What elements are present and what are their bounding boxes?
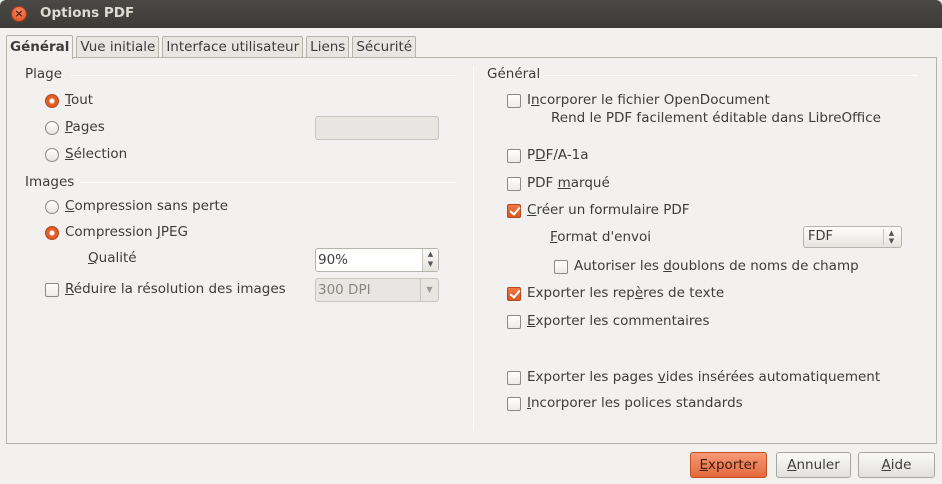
general-panel: Plage Tout Pages Sélection Images Compre…: [6, 57, 937, 444]
updown-arrows-icon: ▲ ▼: [883, 229, 899, 245]
compression-jpeg-radio[interactable]: [45, 226, 59, 240]
commentaires-checkbox[interactable]: [507, 315, 521, 329]
plage-divider: [71, 75, 456, 76]
window-title: Options PDF: [40, 5, 135, 21]
opendocument-checkbox[interactable]: [507, 94, 521, 108]
selection-radio[interactable]: [45, 148, 59, 162]
pdfa-checkbox[interactable]: [507, 149, 521, 163]
opendocument-description: Rend le PDF facilement éditable dans Lib…: [551, 110, 881, 126]
polices-standards-checkbox[interactable]: [507, 397, 521, 411]
resolution-dropdown[interactable]: 300 DPI ▼: [315, 278, 439, 302]
selection-label[interactable]: Sélection: [65, 146, 127, 162]
reperes-texte-label[interactable]: Exporter les repères de texte: [527, 285, 724, 301]
compression-sans-perte-label[interactable]: Compression sans perte: [65, 198, 228, 214]
chevron-down-icon: ▼: [420, 279, 438, 301]
column-separator: [473, 66, 474, 431]
format-envoi-value: FDF: [808, 229, 833, 244]
tab-liens[interactable]: Liens: [306, 36, 350, 58]
title-bar: × Options PDF: [0, 0, 942, 28]
tout-radio[interactable]: [45, 94, 59, 108]
images-section-title: Images: [25, 174, 75, 190]
aide-button[interactable]: Aide: [858, 452, 935, 478]
doublons-label[interactable]: Autoriser les doublons de noms de champ: [574, 258, 859, 274]
qualite-spinner[interactable]: 90% ▲ ▼: [315, 248, 439, 272]
pdf-marque-checkbox[interactable]: [507, 177, 521, 191]
polices-standards-label[interactable]: Incorporer les polices standards: [527, 395, 743, 411]
images-divider: [79, 182, 456, 183]
compression-jpeg-label[interactable]: Compression JPEG: [65, 224, 188, 240]
reduire-resolution-label[interactable]: Réduire la résolution des images: [65, 281, 286, 297]
pages-radio[interactable]: [45, 121, 59, 135]
pages-vides-label[interactable]: Exporter les pages vides insérées automa…: [527, 369, 880, 385]
tab-interface-utilisateur[interactable]: Interface utilisateur: [162, 36, 304, 58]
creer-formulaire-label[interactable]: Créer un formulaire PDF: [527, 202, 690, 218]
general-divider: [544, 75, 918, 76]
reduire-resolution-checkbox[interactable]: [45, 283, 59, 297]
format-envoi-label: Format d'envoi: [550, 229, 652, 245]
spin-arrows-icon[interactable]: ▲ ▼: [422, 249, 438, 271]
exporter-button[interactable]: Exporter: [690, 452, 767, 478]
qualite-label: Qualité: [88, 250, 137, 266]
tab-securite[interactable]: Sécurité: [352, 36, 417, 58]
pages-vides-checkbox[interactable]: [507, 371, 521, 385]
tab-bar: Général Vue initiale Interface utilisate…: [6, 34, 419, 59]
reperes-texte-checkbox[interactable]: [507, 287, 521, 301]
format-envoi-dropdown[interactable]: FDF ▲ ▼: [803, 226, 902, 248]
creer-formulaire-checkbox[interactable]: [507, 204, 521, 218]
pdf-marque-label[interactable]: PDF marqué: [527, 175, 610, 191]
close-icon[interactable]: ×: [11, 6, 27, 22]
pdfa-label[interactable]: PDF/A-1a: [527, 147, 589, 163]
resolution-value: 300 DPI: [318, 282, 371, 298]
annuler-button[interactable]: Annuler: [776, 452, 851, 478]
compression-sans-perte-radio[interactable]: [45, 200, 59, 214]
tab-general[interactable]: Général: [6, 35, 74, 59]
qualite-value[interactable]: 90%: [318, 252, 348, 268]
plage-section-title: Plage: [25, 66, 63, 82]
pages-label[interactable]: Pages: [65, 119, 105, 135]
general-section-title: Général: [487, 66, 541, 82]
tab-vue-initiale[interactable]: Vue initiale: [76, 36, 160, 58]
commentaires-label[interactable]: Exporter les commentaires: [527, 313, 709, 329]
pages-input[interactable]: [315, 116, 439, 140]
doublons-checkbox[interactable]: [554, 260, 568, 274]
tout-label[interactable]: Tout: [65, 92, 93, 108]
opendocument-label[interactable]: Incorporer le fichier OpenDocument: [527, 92, 770, 108]
